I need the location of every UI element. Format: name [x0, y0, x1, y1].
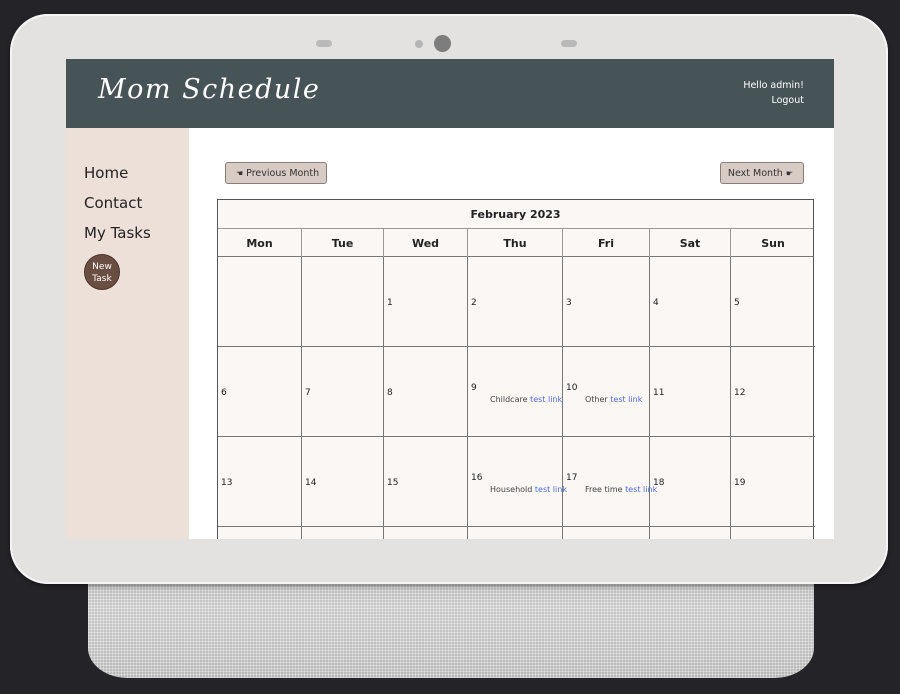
- logout-link[interactable]: Logout: [743, 93, 804, 108]
- day-cell[interactable]: 15: [384, 437, 468, 527]
- sidebar: Home Contact My Tasks New Task: [66, 128, 189, 539]
- next-month-label: Next Month: [727, 167, 783, 179]
- event-link[interactable]: test link: [610, 395, 642, 404]
- sidebar-item-home[interactable]: Home: [84, 164, 128, 182]
- day-number: 10: [566, 383, 578, 393]
- new-task-line1: New: [92, 261, 112, 272]
- greeting: Hello admin!: [743, 80, 804, 91]
- day-cell[interactable]: 12: [731, 347, 815, 437]
- new-task-line2: Task: [92, 273, 112, 284]
- day-number: 5: [734, 298, 740, 308]
- next-month-button[interactable]: Next Month ☛: [719, 162, 804, 184]
- day-cell[interactable]: 18: [650, 437, 731, 527]
- day-number: 1: [387, 298, 393, 308]
- day-cell[interactable]: 3: [563, 257, 650, 347]
- day-cell[interactable]: [563, 527, 650, 539]
- day-cell[interactable]: 17 Free time test link: [563, 437, 657, 527]
- light-sensor: [561, 40, 577, 47]
- weekday-thu: Thu: [468, 229, 563, 257]
- day-number: 8: [387, 388, 393, 398]
- day-cell[interactable]: [302, 257, 384, 347]
- day-cell[interactable]: 13: [218, 437, 302, 527]
- hand-pointing-right-icon: ☛: [785, 168, 793, 178]
- event-category: Free time: [585, 485, 623, 494]
- day-cell[interactable]: 19: [731, 437, 815, 527]
- event-category: Childcare: [490, 395, 528, 404]
- day-cell[interactable]: [302, 527, 384, 539]
- user-box: Hello admin! Logout: [743, 78, 804, 108]
- day-number: 13: [221, 478, 233, 488]
- event-link[interactable]: test link: [530, 395, 562, 404]
- day-cell[interactable]: 4: [650, 257, 731, 347]
- day-cell[interactable]: 14: [302, 437, 384, 527]
- day-number: 2: [471, 298, 477, 308]
- hand-pointing-left-icon: ☚: [236, 168, 244, 178]
- day-cell[interactable]: 2: [468, 257, 563, 347]
- day-cell[interactable]: [384, 527, 468, 539]
- weekday-wed: Wed: [384, 229, 468, 257]
- previous-month-button[interactable]: ☚ Previous Month: [225, 162, 328, 184]
- day-cell[interactable]: [218, 527, 302, 539]
- mic-dot: [415, 40, 423, 48]
- month-title: February 2023: [218, 200, 813, 229]
- day-number: 17: [566, 473, 578, 483]
- day-number: 12: [734, 388, 746, 398]
- light-sensor: [316, 40, 332, 47]
- day-number: 14: [305, 478, 317, 488]
- day-number: 3: [566, 298, 572, 308]
- day-number: 9: [471, 383, 477, 393]
- day-number: 6: [221, 388, 227, 398]
- day-cell[interactable]: 16 Household test link: [468, 437, 567, 527]
- event-entry: Free time test link: [585, 485, 657, 494]
- day-cell[interactable]: [731, 527, 815, 539]
- weekday-mon: Mon: [218, 229, 302, 257]
- day-number: 19: [734, 478, 746, 488]
- event-entry: Other test link: [585, 395, 642, 404]
- day-cell[interactable]: 11: [650, 347, 731, 437]
- weekday-tue: Tue: [302, 229, 384, 257]
- day-number: 18: [653, 478, 665, 488]
- day-cell[interactable]: 5: [731, 257, 815, 347]
- previous-month-label: Previous Month: [246, 167, 320, 179]
- day-cell[interactable]: 6: [218, 347, 302, 437]
- day-cell[interactable]: 9 Childcare test link: [468, 347, 563, 437]
- app-header: Mom Schedule Hello admin! Logout: [66, 59, 834, 128]
- screen: Mom Schedule Hello admin! Logout Home Co…: [66, 59, 834, 539]
- event-entry: Household test link: [490, 485, 567, 494]
- new-task-button[interactable]: New Task: [84, 254, 120, 290]
- event-category: Household: [490, 485, 533, 494]
- event-entry: Childcare test link: [490, 395, 562, 404]
- day-cell[interactable]: [468, 527, 563, 539]
- day-number: 4: [653, 298, 659, 308]
- weekday-sat: Sat: [650, 229, 731, 257]
- day-number: 16: [471, 473, 483, 483]
- day-cell[interactable]: [650, 527, 731, 539]
- day-number: 15: [387, 478, 399, 488]
- weekday-fri: Fri: [563, 229, 650, 257]
- event-category: Other: [585, 395, 608, 404]
- camera: [434, 35, 451, 52]
- weekday-header-row: Mon Tue Wed Thu Fri Sat Sun: [218, 229, 813, 257]
- day-cell[interactable]: [218, 257, 302, 347]
- day-cell[interactable]: 1: [384, 257, 468, 347]
- sidebar-item-my-tasks[interactable]: My Tasks: [84, 224, 151, 242]
- day-number: 7: [305, 388, 311, 398]
- weekday-sun: Sun: [761, 236, 785, 250]
- sidebar-item-contact[interactable]: Contact: [84, 194, 142, 212]
- day-number: 11: [653, 388, 665, 398]
- app-title: Mom Schedule: [98, 74, 321, 105]
- day-cell[interactable]: 7: [302, 347, 384, 437]
- day-cell[interactable]: 8: [384, 347, 468, 437]
- day-cell[interactable]: 10 Other test link: [563, 347, 650, 437]
- calendar: February 2023 Mon Tue Wed Thu Fri Sat Sun 1234…: [217, 199, 815, 539]
